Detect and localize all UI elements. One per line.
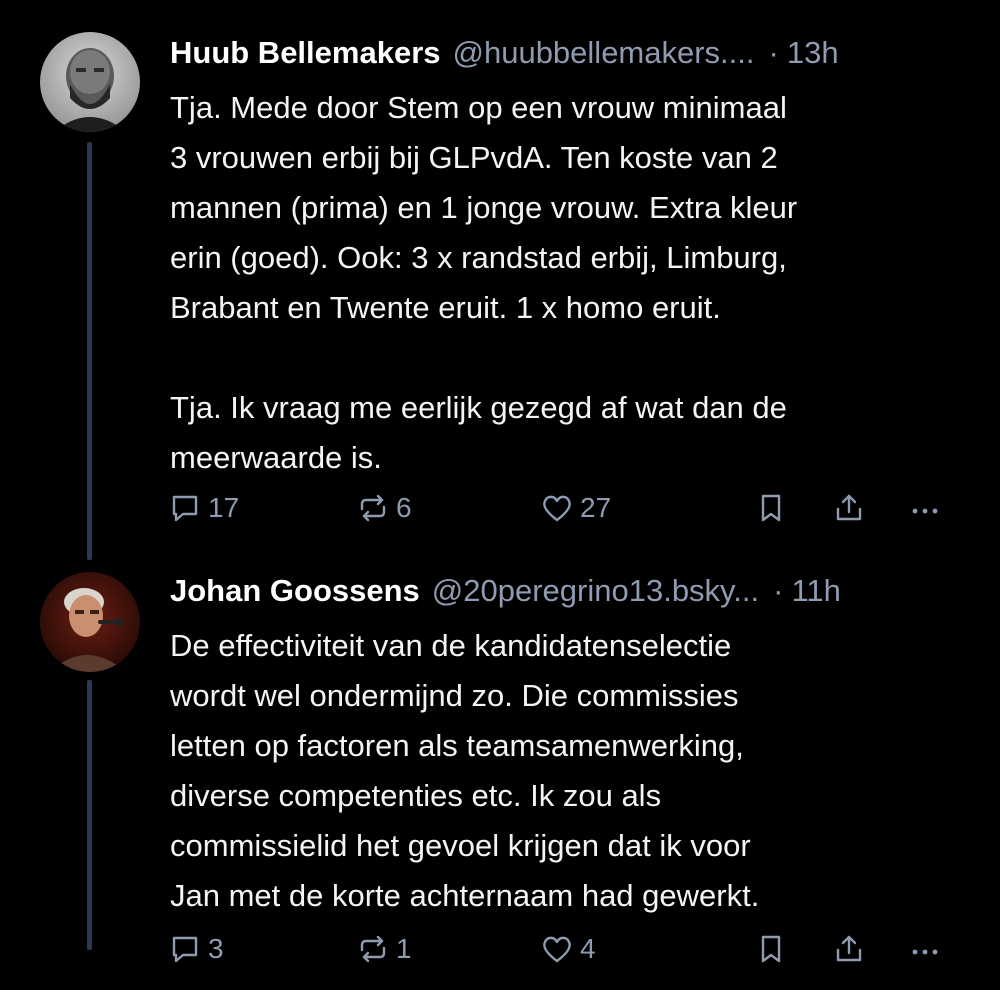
reply-count: 3 bbox=[208, 933, 224, 964]
ellipsis-icon bbox=[912, 508, 938, 514]
thread-line bbox=[87, 142, 92, 560]
author-name[interactable]: Huub Bellemakers bbox=[170, 35, 441, 71]
speech-bubble-icon bbox=[172, 495, 198, 522]
post-paragraph: Tja. Ik vraag me eerlijk gezegd af wat d… bbox=[170, 390, 787, 475]
post-actions: 3 1 4 bbox=[168, 929, 968, 969]
repost-button[interactable]: 1 bbox=[356, 929, 412, 969]
post-header: Johan Goossens @20peregrino13.bsky... · … bbox=[170, 568, 962, 614]
bookmark-icon bbox=[761, 935, 781, 963]
post-timestamp[interactable]: 13h bbox=[787, 35, 839, 71]
like-button[interactable]: 4 bbox=[540, 929, 596, 969]
post-paragraph: De effectiviteit van de kandidatenselect… bbox=[170, 628, 760, 913]
bookmark-icon bbox=[761, 494, 781, 522]
more-options-button[interactable] bbox=[908, 929, 942, 969]
share-button[interactable] bbox=[832, 488, 866, 528]
avatar[interactable] bbox=[40, 572, 140, 672]
reply-count: 17 bbox=[208, 492, 240, 523]
share-upload-icon bbox=[836, 935, 862, 962]
user-avatar-icon bbox=[40, 32, 140, 132]
post-text: De effectiviteit van de kandidatenselect… bbox=[170, 621, 970, 921]
post-timestamp[interactable]: 11h bbox=[791, 573, 840, 609]
author-handle[interactable]: @huubbellemakers.... bbox=[453, 35, 755, 71]
separator-dot: · bbox=[773, 573, 784, 608]
post-paragraph: Tja. Mede door Stem op een vrouw minimaa… bbox=[170, 90, 798, 325]
repost-count: 6 bbox=[396, 492, 412, 523]
heart-icon bbox=[543, 495, 571, 522]
share-upload-icon bbox=[836, 494, 862, 521]
like-count: 27 bbox=[580, 492, 612, 523]
separator-dot: · bbox=[768, 35, 779, 70]
post-text: Tja. Mede door Stem op een vrouw minimaa… bbox=[170, 83, 970, 483]
reply-button[interactable]: 17 bbox=[168, 488, 239, 528]
more-options-button[interactable] bbox=[908, 488, 942, 528]
reply-button[interactable]: 3 bbox=[168, 929, 224, 969]
like-count: 4 bbox=[580, 933, 596, 964]
repost-count: 1 bbox=[396, 933, 412, 964]
post-header: Huub Bellemakers @huubbellemakers.... · … bbox=[170, 30, 962, 76]
ellipsis-icon bbox=[912, 949, 938, 955]
avatar[interactable] bbox=[40, 32, 140, 132]
author-name[interactable]: Johan Goossens bbox=[170, 573, 420, 609]
speech-bubble-icon bbox=[172, 936, 198, 963]
share-button[interactable] bbox=[832, 929, 866, 969]
repost-arrows-icon bbox=[360, 494, 386, 522]
like-button[interactable]: 27 bbox=[540, 488, 611, 528]
author-handle[interactable]: @20peregrino13.bsky... bbox=[432, 573, 759, 609]
heart-icon bbox=[543, 936, 571, 963]
bookmark-button[interactable] bbox=[754, 488, 788, 528]
repost-button[interactable]: 6 bbox=[356, 488, 412, 528]
post-actions: 17 6 27 bbox=[168, 488, 968, 528]
bookmark-button[interactable] bbox=[754, 929, 788, 969]
thread-line bbox=[87, 680, 92, 950]
repost-arrows-icon bbox=[360, 935, 386, 963]
user-avatar-icon bbox=[40, 572, 140, 672]
